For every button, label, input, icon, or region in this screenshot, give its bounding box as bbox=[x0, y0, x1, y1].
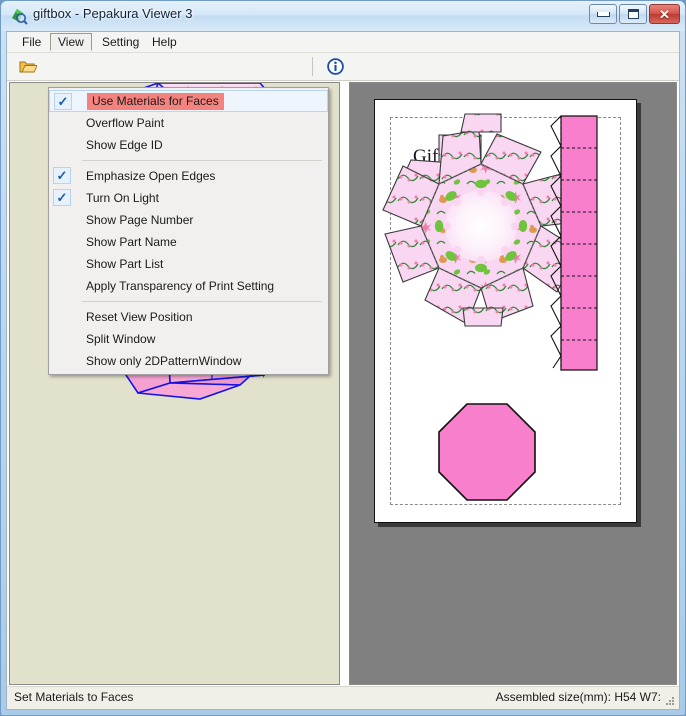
menu-item-turn-on-light[interactable]: ✓ Turn On Light bbox=[49, 187, 328, 209]
panel-splitter[interactable] bbox=[342, 82, 349, 685]
menu-item-label: Split Window bbox=[86, 332, 156, 346]
status-bar: Set Materials to Faces Assembled size(mm… bbox=[7, 686, 679, 709]
close-icon: ✕ bbox=[659, 6, 670, 22]
menu-separator bbox=[82, 301, 322, 302]
base-octagon-part bbox=[438, 403, 536, 501]
info-button[interactable] bbox=[324, 56, 346, 77]
menu-item-reset-view-position[interactable]: Reset View Position bbox=[49, 306, 328, 328]
menu-bar: File View Setting Help bbox=[7, 32, 679, 53]
toolbar bbox=[7, 53, 679, 81]
menu-help[interactable]: Help bbox=[145, 33, 184, 51]
menu-item-label: Use Materials for Faces bbox=[87, 93, 224, 110]
menu-item-emphasize-open-edges[interactable]: ✓ Emphasize Open Edges bbox=[49, 165, 328, 187]
menu-item-show-part-list[interactable]: Show Part List bbox=[49, 253, 328, 275]
menu-item-use-materials-for-faces[interactable]: ✓ Use Materials for Faces bbox=[49, 90, 328, 112]
check-icon: ✓ bbox=[54, 93, 72, 110]
assembled-size-readout: Assembled size(mm): H54 W7: bbox=[495, 690, 661, 704]
open-file-button[interactable] bbox=[17, 56, 39, 77]
status-message: Set Materials to Faces bbox=[14, 690, 134, 704]
info-icon bbox=[326, 58, 344, 75]
2d-pattern-view[interactable]: Gift Box bbox=[349, 82, 677, 685]
menu-item-show-part-name[interactable]: Show Part Name bbox=[49, 231, 328, 253]
title-bar[interactable]: giftbox - Pepakura Viewer 3 ✕ bbox=[1, 1, 685, 31]
menu-item-label: Reset View Position bbox=[86, 310, 193, 324]
lid-part bbox=[382, 113, 580, 327]
minimize-button[interactable] bbox=[589, 4, 617, 24]
window-title: giftbox - Pepakura Viewer 3 bbox=[33, 6, 193, 21]
menu-item-overflow-paint[interactable]: Overflow Paint bbox=[49, 112, 328, 134]
minimize-icon bbox=[596, 11, 610, 17]
check-icon: ✓ bbox=[53, 189, 71, 206]
application-window: giftbox - Pepakura Viewer 3 ✕ File View … bbox=[0, 0, 686, 716]
close-button[interactable]: ✕ bbox=[649, 4, 680, 24]
menu-item-label: Show only 2DPatternWindow bbox=[86, 354, 242, 368]
menu-separator bbox=[82, 160, 322, 161]
pattern-sheet: Gift Box bbox=[374, 99, 637, 523]
pattern-parts bbox=[382, 113, 598, 501]
resize-grip-icon[interactable] bbox=[664, 695, 676, 707]
menu-item-label: Show Page Number bbox=[86, 213, 194, 227]
client-area: File View Setting Help Gift Set Material… bbox=[6, 31, 680, 710]
menu-item-show-page-number[interactable]: Show Page Number bbox=[49, 209, 328, 231]
menu-item-label: Emphasize Open Edges bbox=[86, 169, 216, 183]
menu-view[interactable]: View bbox=[50, 33, 92, 51]
folder-open-icon bbox=[19, 61, 37, 73]
pepakura-app-icon bbox=[12, 9, 28, 25]
menu-setting[interactable]: Setting bbox=[95, 33, 146, 51]
menu-item-label: Turn On Light bbox=[86, 191, 159, 205]
menu-file[interactable]: File bbox=[15, 33, 48, 51]
menu-item-label: Overflow Paint bbox=[86, 116, 165, 130]
menu-item-label: Apply Transparency of Print Setting bbox=[86, 279, 275, 293]
menu-item-show-only-2d-pattern-window[interactable]: Show only 2DPatternWindow bbox=[49, 350, 328, 372]
menu-item-split-window[interactable]: Split Window bbox=[49, 328, 328, 350]
menu-item-show-edge-id[interactable]: Show Edge ID bbox=[49, 134, 328, 156]
maximize-icon bbox=[627, 9, 639, 19]
view-dropdown-menu[interactable]: ✓ Use Materials for Faces Overflow Paint… bbox=[48, 87, 329, 375]
menu-item-label: Show Part Name bbox=[86, 235, 177, 249]
check-icon: ✓ bbox=[53, 167, 71, 184]
toolbar-separator bbox=[312, 57, 313, 76]
menu-item-apply-transparency-of-print-setting[interactable]: Apply Transparency of Print Setting bbox=[49, 275, 328, 297]
maximize-button[interactable] bbox=[619, 4, 647, 24]
menu-item-label: Show Part List bbox=[86, 257, 164, 271]
menu-item-label: Show Edge ID bbox=[86, 138, 163, 152]
